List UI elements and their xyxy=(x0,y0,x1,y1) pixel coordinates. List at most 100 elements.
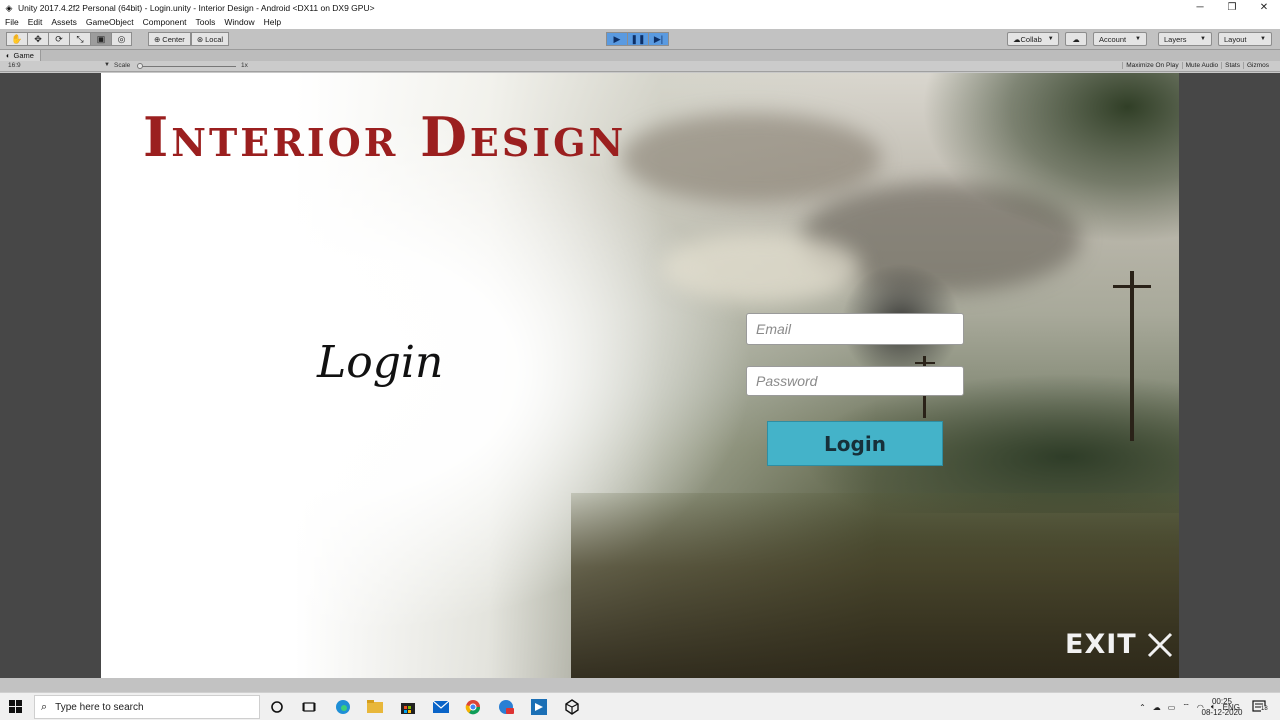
clock-date: 08-12-2020 xyxy=(1201,708,1243,717)
game-view-options: Maximize On Play Mute Audio Stats Gizmos xyxy=(1122,62,1272,69)
pause-button[interactable]: ❚❚ xyxy=(627,32,648,46)
menu-bar: File Edit Assets GameObject Component To… xyxy=(0,15,1280,29)
caret-down-icon: ▼ xyxy=(1200,36,1206,42)
rotate-tool-button[interactable]: ⟳ xyxy=(48,32,69,46)
menu-window[interactable]: Window xyxy=(224,17,254,27)
task-view-icon[interactable] xyxy=(300,698,318,716)
windows-start-icon[interactable] xyxy=(9,700,22,713)
game-view-header: ◐ Game xyxy=(0,50,1280,61)
notification-count: 18 xyxy=(1261,706,1268,712)
taskbar-search-input[interactable]: ⌕ Type here to search xyxy=(34,695,260,719)
account-dropdown[interactable]: Account ▼ xyxy=(1093,32,1147,46)
password-input[interactable]: Password xyxy=(746,366,964,396)
password-placeholder: Password xyxy=(756,373,818,389)
collab-dropdown[interactable]: ☁ Collab ▼ xyxy=(1007,32,1059,46)
pivot-local-toggle[interactable]: ⊛ Local xyxy=(190,32,230,46)
edge-beta-icon[interactable] xyxy=(497,698,515,716)
step-button[interactable]: ▶| xyxy=(648,32,669,46)
cloud xyxy=(661,233,861,303)
menu-edit[interactable]: Edit xyxy=(28,17,43,27)
mail-icon[interactable] xyxy=(432,698,450,716)
edge-browser-icon[interactable] xyxy=(334,698,352,716)
restore-button[interactable]: ❐ xyxy=(1216,0,1248,15)
email-placeholder: Email xyxy=(756,321,792,337)
onedrive-icon[interactable]: ☁ xyxy=(1153,703,1161,712)
gizmos-dropdown[interactable]: Gizmos xyxy=(1242,62,1272,69)
transform-icon: ◎ xyxy=(117,33,126,44)
transform-tool-button[interactable]: ◎ xyxy=(111,32,132,46)
chrome-icon[interactable] xyxy=(464,698,482,716)
chevron-up-icon[interactable]: ⌃ xyxy=(1139,703,1146,712)
utility-pole-crossbar xyxy=(1113,285,1151,288)
window-title-bar: ◈ Unity 2017.4.2f2 Personal (64bit) - Lo… xyxy=(0,0,1280,15)
utility-pole-crossbar xyxy=(915,362,935,364)
scale-icon: ⤡ xyxy=(76,33,84,44)
move-icon: ✥ xyxy=(34,33,42,44)
menu-help[interactable]: Help xyxy=(264,17,281,27)
caret-down-icon: ▼ xyxy=(1260,36,1266,42)
notification-center-button[interactable]: 18 xyxy=(1252,700,1268,716)
menu-file[interactable]: File xyxy=(5,17,19,27)
game-tab-icon: ◐ xyxy=(6,51,11,60)
game-screen: Interior Design Login Email Password Log… xyxy=(101,73,1179,678)
menu-gameobject[interactable]: GameObject xyxy=(86,17,134,27)
cloud-icon: ☁ xyxy=(1072,34,1080,44)
pivot-center-toggle[interactable]: ⊕ Center xyxy=(148,32,191,46)
rect-tool-button[interactable]: ▣ xyxy=(90,32,111,46)
layers-dropdown[interactable]: Layers ▼ xyxy=(1158,32,1212,46)
taskbar-clock[interactable]: 00:25 08-12-2020 xyxy=(1199,696,1245,718)
window-title: Unity 2017.4.2f2 Personal (64bit) - Logi… xyxy=(18,2,375,13)
window-controls: ─ ❐ ✕ xyxy=(1184,0,1280,15)
unity-logo-icon: ◈ xyxy=(5,2,13,13)
unity-taskbar-icon[interactable] xyxy=(563,698,581,716)
login-heading: Login xyxy=(317,337,444,388)
mute-audio-toggle[interactable]: Mute Audio xyxy=(1181,62,1222,69)
store-icon[interactable] xyxy=(399,698,417,716)
battery-icon[interactable]: ▭ xyxy=(1168,703,1176,712)
move-tool-button[interactable]: ✥ xyxy=(27,32,48,46)
hand-icon: ✋ xyxy=(11,33,23,44)
visual-studio-icon[interactable] xyxy=(530,698,548,716)
pivot-label: Center xyxy=(162,34,185,44)
tab-game[interactable]: ◐ Game xyxy=(0,50,41,61)
tree-foliage xyxy=(921,73,1179,243)
scale-value: 1x xyxy=(241,62,248,69)
cloud-upload-icon: ☁ xyxy=(1013,34,1021,44)
search-placeholder: Type here to search xyxy=(55,701,144,713)
close-button[interactable]: ✕ xyxy=(1248,0,1280,15)
aspect-caret-icon: ▼ xyxy=(104,62,110,68)
layout-dropdown[interactable]: Layout ▼ xyxy=(1218,32,1272,46)
menu-component[interactable]: Component xyxy=(143,17,187,27)
step-icon: ▶| xyxy=(653,33,664,44)
login-button[interactable]: Login xyxy=(767,421,943,466)
services-button[interactable]: ☁ xyxy=(1065,32,1087,46)
maximize-on-play-toggle[interactable]: Maximize On Play xyxy=(1122,62,1181,69)
scale-tool-button[interactable]: ⤡ xyxy=(69,32,90,46)
play-button[interactable]: ▶ xyxy=(606,32,627,46)
layout-label: Layout xyxy=(1224,34,1247,44)
menu-assets[interactable]: Assets xyxy=(51,17,77,27)
exit-label: EXIT xyxy=(1065,629,1137,660)
stats-toggle[interactable]: Stats xyxy=(1221,62,1243,69)
cortana-icon[interactable] xyxy=(268,698,286,716)
collab-label: Collab xyxy=(1020,34,1042,44)
scale-slider-handle[interactable] xyxy=(137,63,143,69)
hand-tool-button[interactable]: ✋ xyxy=(6,32,27,46)
menu-tools[interactable]: Tools xyxy=(196,17,216,27)
space-label: Local xyxy=(205,34,224,44)
clock-time: 00:25 xyxy=(1211,697,1233,706)
pivot-toggles: ⊕ Center ⊛ Local xyxy=(148,32,230,46)
game-tab-label: Game xyxy=(13,51,34,60)
email-input[interactable]: Email xyxy=(746,313,964,345)
game-view-toolbar: 16:9 ▼ Scale 1x Maximize On Play Mute Au… xyxy=(0,61,1280,72)
network-icon[interactable]: ⌔ xyxy=(1182,702,1190,712)
transform-tools: ✋ ✥ ⟳ ⤡ ▣ ◎ xyxy=(6,32,132,46)
exit-button[interactable]: EXIT xyxy=(1065,629,1173,660)
aspect-dropdown[interactable]: 16:9 xyxy=(8,62,21,69)
play-icon: ▶ xyxy=(613,33,621,44)
minimize-button[interactable]: ─ xyxy=(1184,0,1216,15)
file-explorer-icon[interactable] xyxy=(366,698,384,716)
cloud xyxy=(621,113,881,203)
scale-slider-track[interactable] xyxy=(140,66,236,67)
rotate-icon: ⟳ xyxy=(55,33,63,44)
